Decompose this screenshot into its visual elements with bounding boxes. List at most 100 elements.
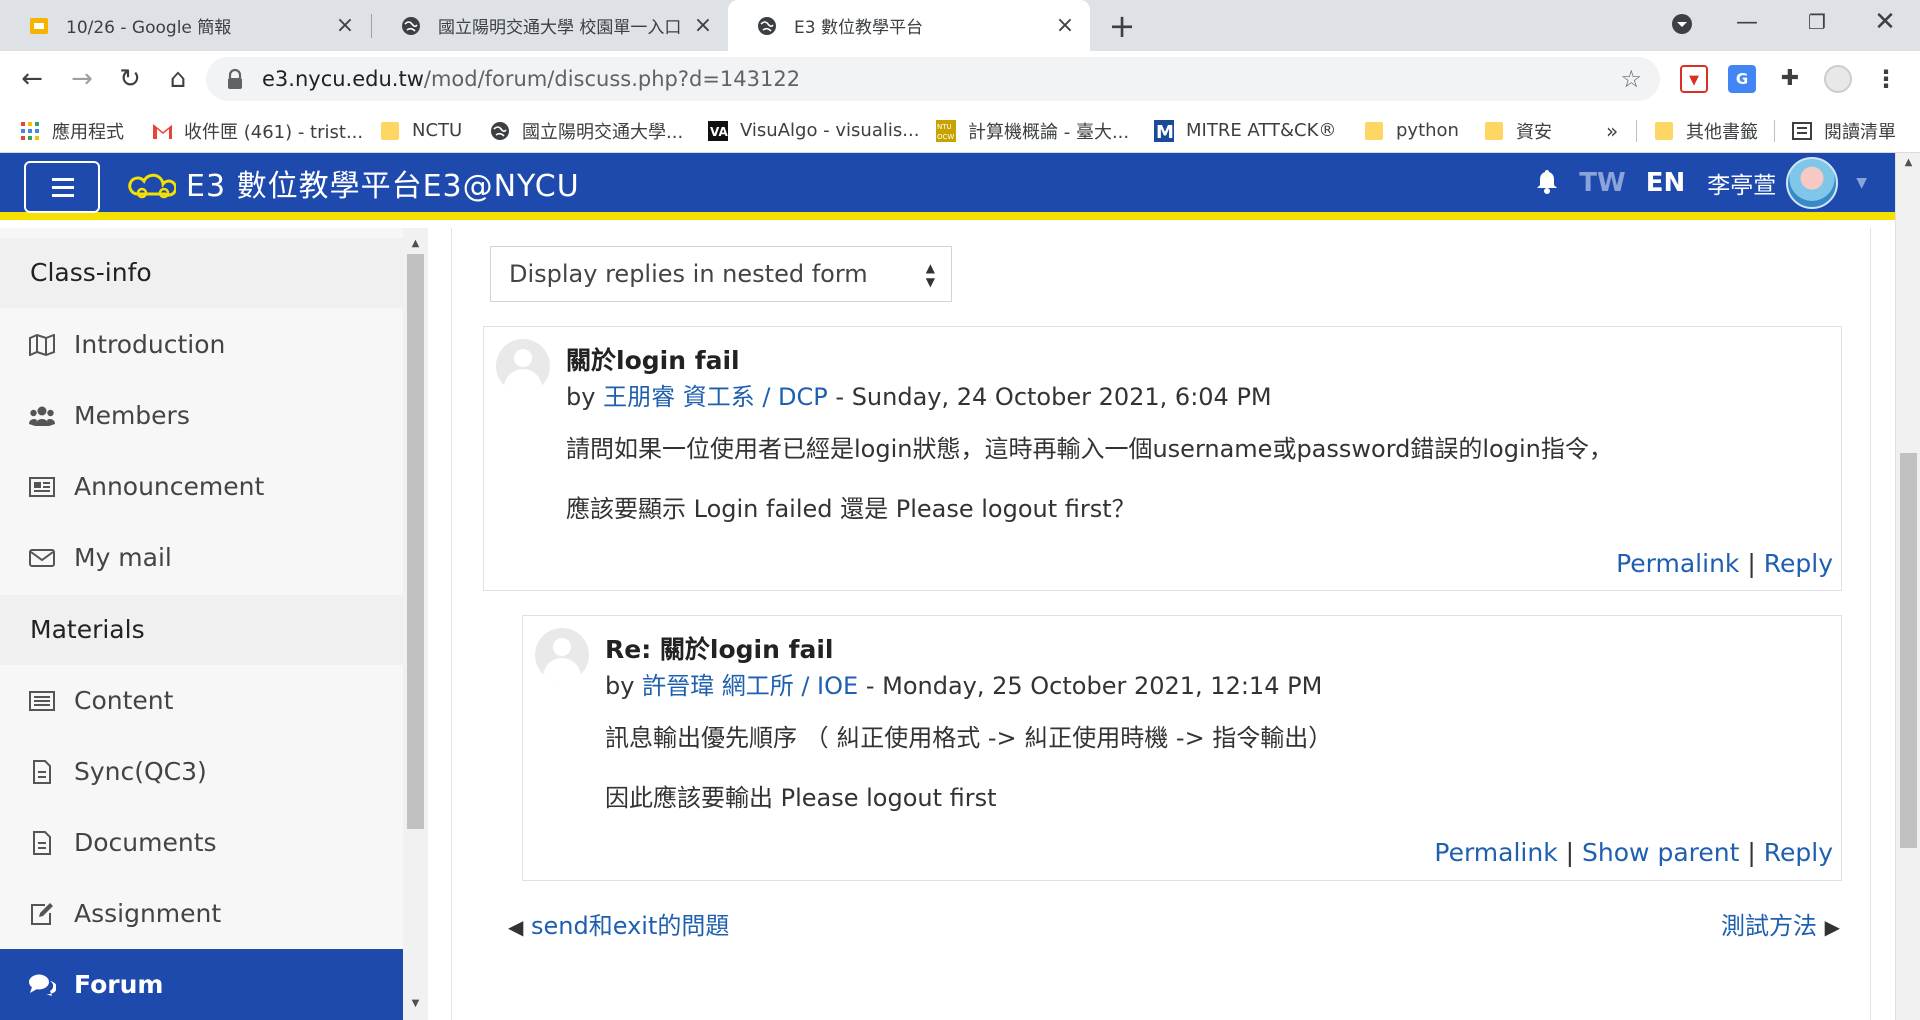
forum-post: 關於login fail by 王朋睿 資工系 / DCP - Sunday, … xyxy=(483,326,1842,591)
chevron-down-icon[interactable]: ▼ xyxy=(1856,175,1867,191)
sidebar-item-documents[interactable]: Documents xyxy=(0,807,403,878)
author-link[interactable]: 王朋睿 資工系 / DCP xyxy=(603,383,828,411)
browser-tab-portal[interactable]: 國立陽明交通大學 校園單一入口 × xyxy=(372,0,728,51)
close-icon[interactable]: × xyxy=(1054,13,1076,38)
sidebar-item-mymail[interactable]: My mail xyxy=(0,522,403,593)
minimize-button[interactable]: — xyxy=(1712,0,1782,45)
user-name[interactable]: 李亭萱 xyxy=(1707,166,1776,200)
reply-link[interactable]: Reply xyxy=(1764,549,1833,578)
url-host: e3.nycu.edu.tw xyxy=(262,67,424,91)
sidebar-item-assignment[interactable]: Assignment xyxy=(0,878,403,949)
page-scrollbar[interactable]: ▲ xyxy=(1895,153,1920,1020)
back-button[interactable]: ← xyxy=(12,59,52,99)
hamburger-menu-button[interactable] xyxy=(24,161,100,213)
sidebar-section-classinfo: Class-info xyxy=(0,238,403,308)
lang-en-button[interactable]: EN xyxy=(1646,168,1686,198)
shield-extension-icon[interactable]: ▼ xyxy=(1680,65,1708,93)
sidebar-scrollbar[interactable]: ▲ ▼ xyxy=(403,228,428,1020)
maximize-button[interactable]: ❐ xyxy=(1782,0,1852,45)
menu-kebab-icon[interactable]: ⋮ xyxy=(1872,65,1900,93)
bookmarks-separator xyxy=(1636,120,1637,142)
close-icon[interactable]: × xyxy=(692,13,714,38)
next-discussion-link[interactable]: 測試方法 ▶ xyxy=(1721,906,1840,941)
bookmark-nctu-folder[interactable]: NCTU xyxy=(380,108,462,153)
lock-icon xyxy=(226,68,244,90)
author-avatar[interactable] xyxy=(535,628,589,682)
display-mode-select[interactable]: Display replies in nested form ▲ ▼ xyxy=(490,246,952,302)
bell-icon[interactable] xyxy=(1535,168,1559,198)
address-bar[interactable]: e3.nycu.edu.tw/mod/forum/discuss.php?d=1… xyxy=(206,57,1660,101)
list-icon xyxy=(28,687,56,715)
globe-icon xyxy=(490,121,510,141)
forward-button[interactable]: → xyxy=(62,59,102,99)
post-paragraph: 因此應該要輸出 Please logout first xyxy=(605,784,997,812)
close-icon[interactable]: × xyxy=(334,13,356,38)
tab-search-button[interactable] xyxy=(1647,0,1717,45)
svg-text:OCW: OCW xyxy=(937,133,954,141)
author-avatar[interactable] xyxy=(496,339,550,393)
visualgo-icon: VA xyxy=(708,120,728,141)
permalink-link[interactable]: Permalink xyxy=(1616,549,1739,578)
sidebar-item-forum[interactable]: Forum xyxy=(0,949,403,1020)
show-parent-link[interactable]: Show parent xyxy=(1582,838,1739,867)
post-paragraph: 訊息輸出優先順序 （ 糾正使用格式 -> 糾正使用時機 -> 指令輸出） xyxy=(605,724,1333,752)
sidebar-item-announcement[interactable]: Announcement xyxy=(0,451,403,522)
reply-link[interactable]: Reply xyxy=(1764,838,1833,867)
bookmark-mitre[interactable]: M MITRE ATT&CK® xyxy=(1154,108,1336,153)
author-link[interactable]: 許晉瑋 網工所 / IOE xyxy=(642,672,858,700)
bookmark-nycu[interactable]: 國立陽明交通大學... xyxy=(490,108,683,153)
globe-icon xyxy=(756,15,778,37)
sidebar-item-members[interactable]: Members xyxy=(0,380,403,451)
lang-tw-button[interactable]: TW xyxy=(1579,168,1625,198)
bookmark-ntu-ocw[interactable]: NTU OCW 計算機概論 - 臺大... xyxy=(936,108,1129,153)
bookmarks-overflow-button[interactable]: » xyxy=(1606,108,1618,153)
bookmark-security-folder[interactable]: 資安 xyxy=(1484,108,1552,153)
sidebar-item-content[interactable]: Content xyxy=(0,665,403,736)
sidebar-item-label: Members xyxy=(74,401,190,430)
browser-tab-slides[interactable]: 10/26 - Google 簡報 × xyxy=(0,0,370,51)
close-window-button[interactable]: ✕ xyxy=(1850,0,1920,45)
url-text[interactable]: e3.nycu.edu.tw/mod/forum/discuss.php?d=1… xyxy=(262,57,800,101)
google-translate-icon[interactable]: G xyxy=(1728,65,1756,93)
apps-grid-icon xyxy=(20,121,40,141)
folder-icon xyxy=(1654,121,1674,141)
sidebar-item-label: Content xyxy=(74,686,174,715)
envelope-icon xyxy=(28,544,56,572)
post-date: - Monday, 25 October 2021, 12:14 PM xyxy=(865,672,1323,700)
svg-text:M: M xyxy=(1156,122,1174,142)
post-byline: by 許晉瑋 網工所 / IOE - Monday, 25 October 20… xyxy=(605,666,1322,701)
tab-title: 10/26 - Google 簡報 xyxy=(66,18,232,38)
permalink-link[interactable]: Permalink xyxy=(1434,838,1557,867)
new-tab-button[interactable]: + xyxy=(1102,6,1142,46)
folder-icon xyxy=(380,121,400,141)
reload-button[interactable]: ↻ xyxy=(110,59,150,99)
avatar-head xyxy=(514,349,532,367)
browser-tab-strip: 10/26 - Google 簡報 × 國立陽明交通大學 校園單一入口 × E3… xyxy=(0,0,1920,51)
bookmark-python-folder[interactable]: python xyxy=(1364,108,1459,153)
page-scrollbar-thumb[interactable] xyxy=(1900,453,1917,848)
bookmark-apps[interactable]: 應用程式 xyxy=(20,108,124,153)
bookmark-gmail[interactable]: 收件匣 (461) - trist... xyxy=(152,108,363,153)
sidebar-item-introduction[interactable]: Introduction xyxy=(0,309,403,380)
scroll-up-arrow-icon[interactable]: ▲ xyxy=(403,238,428,249)
action-separator: | xyxy=(1565,838,1575,867)
bookmark-label: NCTU xyxy=(412,120,463,141)
bookmark-other-folder[interactable]: 其他書籤 xyxy=(1654,108,1758,153)
bookmark-label: 閱讀清單 xyxy=(1824,121,1896,143)
bookmark-star-icon[interactable]: ☆ xyxy=(1620,57,1642,101)
profile-avatar-icon[interactable] xyxy=(1824,65,1852,93)
bookmark-visualgo[interactable]: VA VisuAlgo - visualis... xyxy=(708,108,919,153)
prev-discussion-link[interactable]: ◀ send和exit的問題 xyxy=(508,906,729,941)
user-avatar[interactable] xyxy=(1786,157,1839,209)
extensions-puzzle-icon[interactable]: ✚ xyxy=(1776,65,1804,93)
scroll-down-arrow-icon[interactable]: ▼ xyxy=(403,998,428,1009)
sidebar-item-sync[interactable]: Sync(QC3) xyxy=(0,736,403,807)
document-icon xyxy=(28,758,56,786)
prev-discussion-title: send和exit的問題 xyxy=(531,912,730,940)
sidebar-scrollbar-thumb[interactable] xyxy=(407,254,424,829)
reading-list-button[interactable]: 閱讀清單 xyxy=(1792,108,1896,153)
scroll-up-arrow-icon[interactable]: ▲ xyxy=(1896,157,1920,168)
site-brand[interactable]: E3 數位教學平台E3@NYCU xyxy=(128,153,580,213)
home-button[interactable]: ⌂ xyxy=(158,59,198,99)
browser-tab-e3[interactable]: E3 數位教學平台 × xyxy=(728,0,1090,51)
